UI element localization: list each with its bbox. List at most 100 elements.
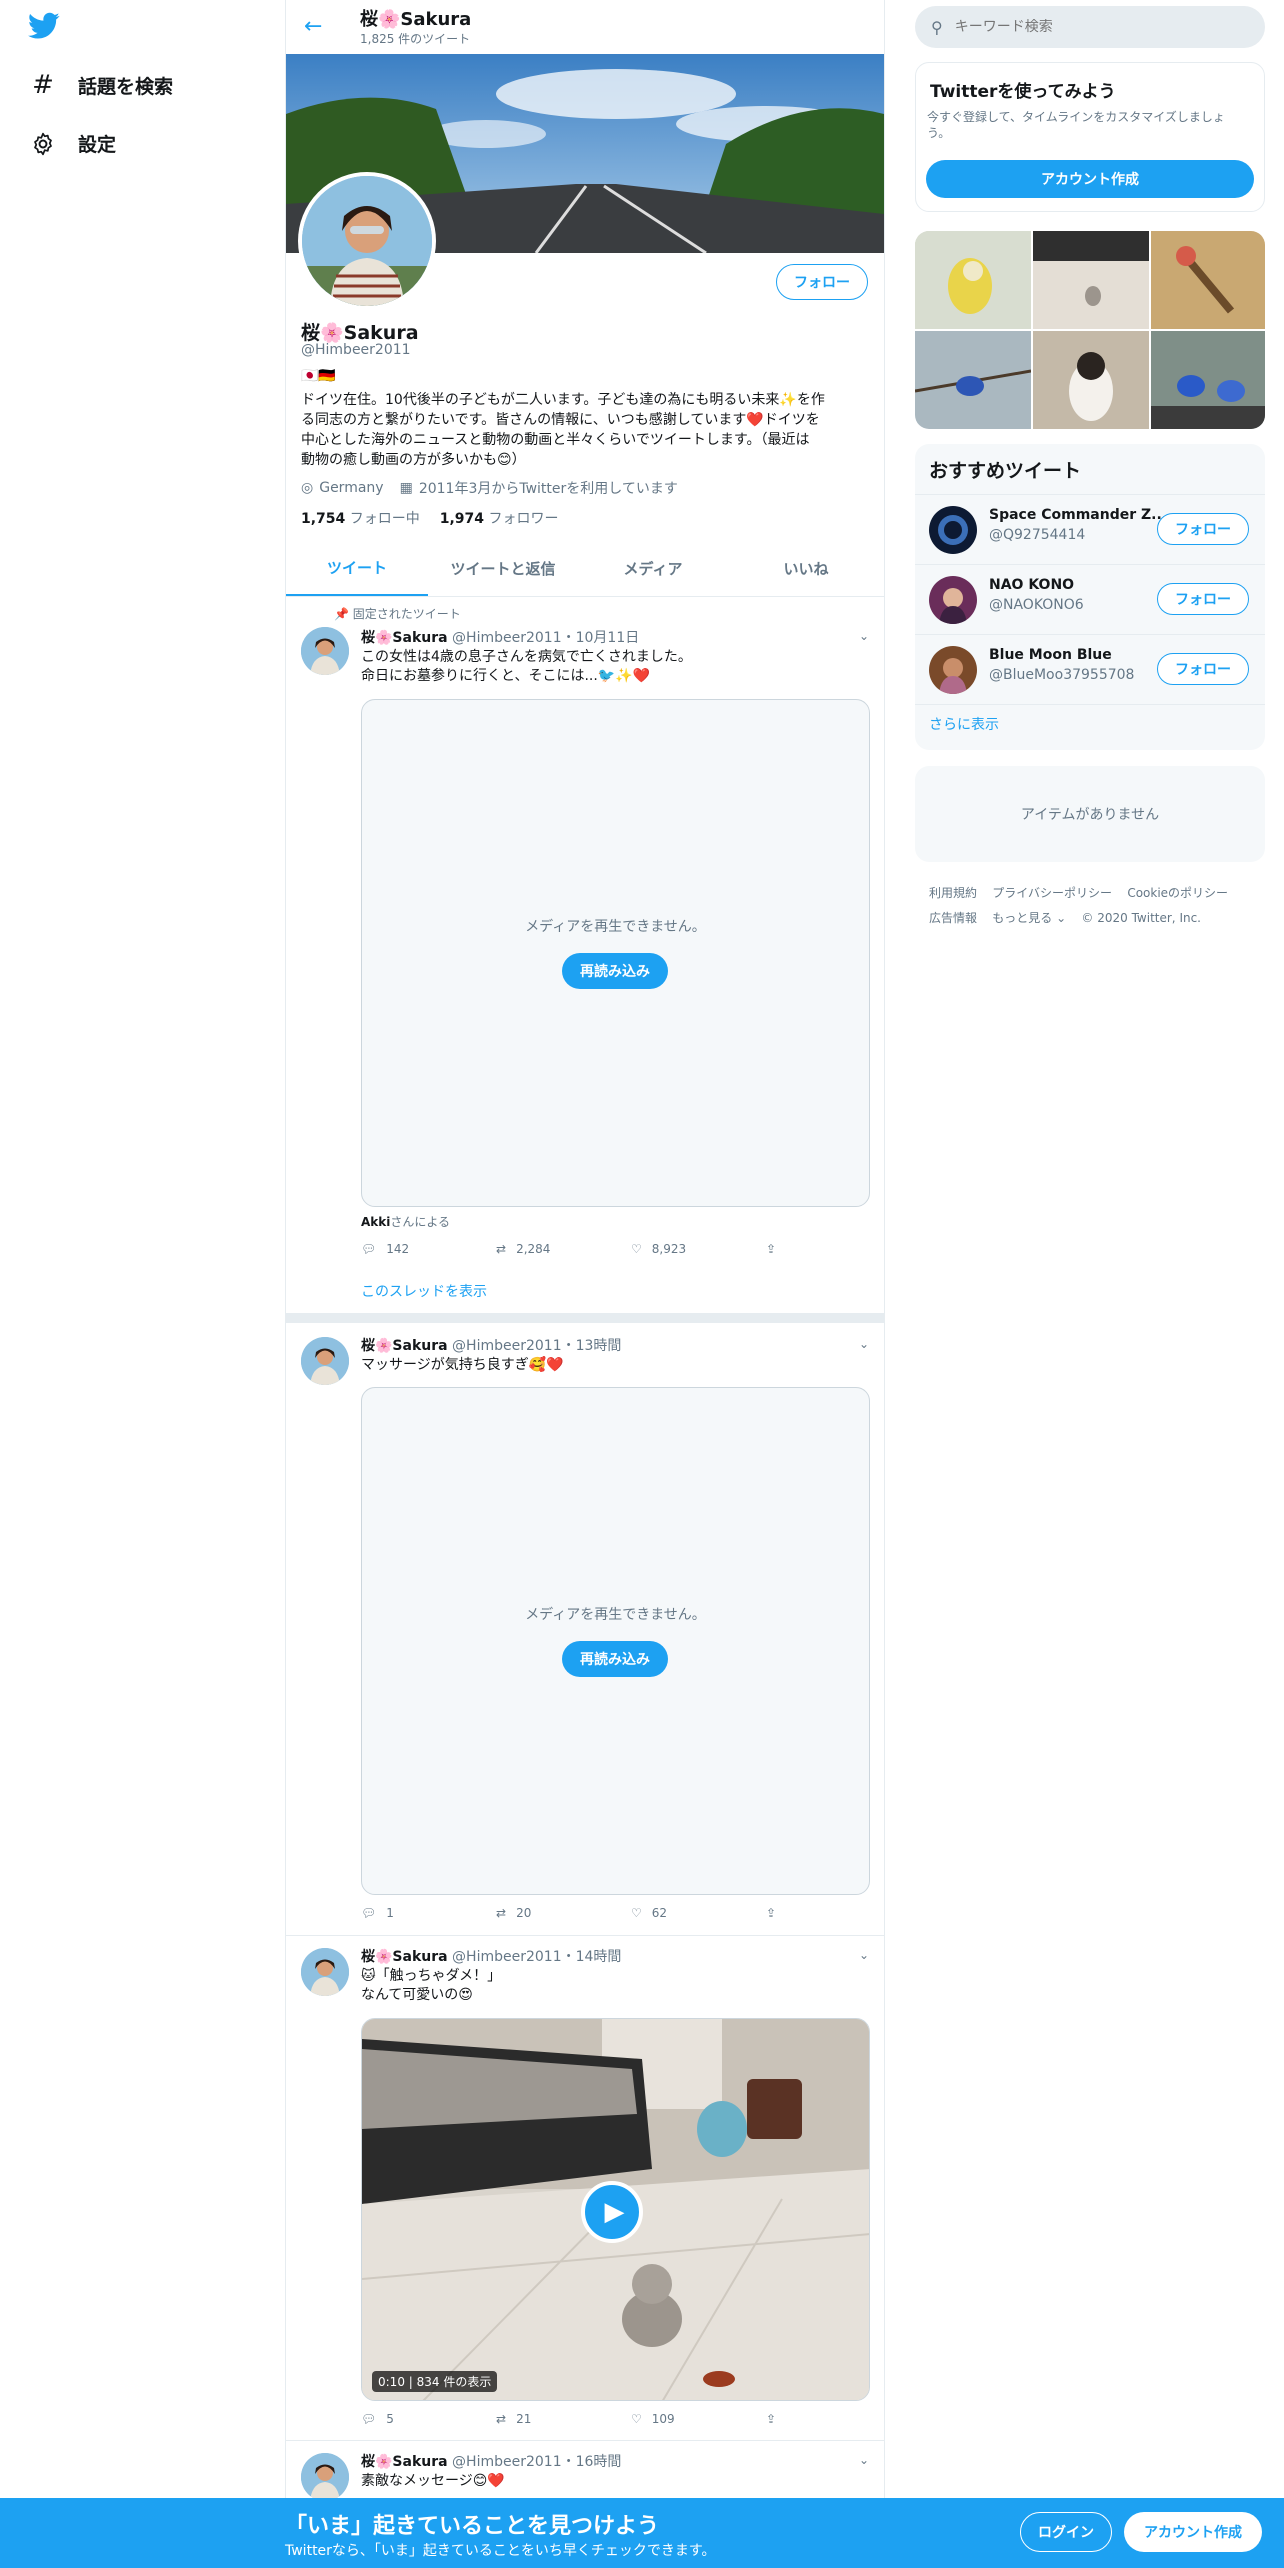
reply-button[interactable]: 💬︎ 5 (361, 2412, 496, 2426)
followers-link[interactable]: 1,974 フォロワー (440, 508, 559, 528)
tab-likes[interactable]: いいね (728, 540, 884, 596)
search-box[interactable]: ⚲ (915, 6, 1265, 48)
profile-follow-stats: 1,754 フォロー中 1,974 フォロワー (301, 508, 559, 528)
retweet-count: 20 (516, 1906, 532, 1920)
tweet-author-handle[interactable]: @Himbeer2011 (452, 2454, 562, 2470)
attribution-name[interactable]: Akki (361, 1215, 390, 1229)
avatar[interactable] (301, 627, 349, 675)
video-views: 834 件の表示 (416, 2375, 492, 2389)
tweet-author-name[interactable]: 桜🌸Sakura (361, 630, 448, 646)
tweet-pinned[interactable]: 📌 固定されたツイート 桜🌸Sakura @Himbeer2011・10月11日… (286, 597, 884, 1311)
tweet[interactable]: 桜🌸Sakura @Himbeer2011・14時間 ⌄ 🐱「触っちゃダメ！」 … (286, 1936, 884, 2440)
share-icon: ⇪ (766, 1242, 777, 1256)
search-input[interactable] (954, 19, 1235, 35)
follow-button[interactable]: フォロー (776, 264, 868, 300)
profile-header-bar: ← 桜🌸Sakura 1,825 件のツイート (286, 0, 884, 54)
footer-link-more[interactable]: もっと見る ⌄ (992, 911, 1066, 925)
follow-button[interactable]: フォロー (1157, 653, 1249, 685)
tweet-text: この女性は4歳の息子さんを病気で亡くされました。 命日にお墓参りに行くと、そこに… (361, 648, 692, 686)
profile-avatar[interactable] (298, 172, 436, 310)
bio-line: 動物の癒し動画の方が多いかも😊） (301, 452, 526, 468)
reply-button[interactable]: 💬︎ 142 (361, 1242, 496, 1256)
chevron-down-icon[interactable]: ⌄ (859, 2453, 869, 2467)
login-button[interactable]: ログイン (1020, 2512, 1112, 2552)
reply-icon: 💬︎ (361, 1242, 377, 1256)
following-label: フォロー中 (349, 511, 420, 527)
tweet[interactable]: 桜🌸Sakura @Himbeer2011・13時間 ⌄ マッサージが気持ち良す… (286, 1323, 884, 1935)
chevron-down-icon[interactable]: ⌄ (859, 1948, 869, 1962)
reload-button[interactable]: 再読み込み (562, 953, 668, 989)
like-button[interactable]: ♡ 109 (631, 2412, 766, 2426)
retweet-button[interactable]: ⇄ 20 (496, 1906, 631, 1920)
tweet-line: 素敵なメッセージ😊❤️ (361, 2473, 505, 2489)
media-thumbnail[interactable] (915, 231, 1031, 329)
video-duration-badge: 0:10 | 834 件の表示 (372, 2371, 498, 2392)
chevron-down-icon[interactable]: ⌄ (859, 1337, 869, 1351)
tweet-author-name[interactable]: 桜🌸Sakura (361, 1949, 448, 1965)
share-button[interactable]: ⇪ (766, 2412, 901, 2426)
recommended-user-handle: @Q92754414 (989, 527, 1086, 543)
profile-timeline-column: ← 桜🌸Sakura 1,825 件のツイート フォロー 桜🌸Sakura @H… (285, 0, 885, 2568)
media-thumbnail[interactable] (1151, 331, 1265, 429)
tweet-time[interactable]: ・13時間 (562, 1338, 622, 1354)
media-thumbnail[interactable] (1033, 331, 1149, 429)
create-account-button[interactable]: アカウント作成 (926, 160, 1254, 198)
retweet-button[interactable]: ⇄ 2,284 (496, 1242, 631, 1256)
tweet-author-name[interactable]: 桜🌸Sakura (361, 2454, 448, 2470)
avatar[interactable] (301, 1948, 349, 1996)
footer-link-terms[interactable]: 利用規約 (929, 886, 977, 900)
nav-explore[interactable]: # 話題を検索 (30, 70, 173, 100)
avatar[interactable] (301, 2453, 349, 2498)
follow-button[interactable]: フォロー (1157, 513, 1249, 545)
show-more-link[interactable]: さらに表示 (929, 714, 999, 734)
recommended-user[interactable]: Blue Moon Blue @BlueMoo37955708 フォロー (915, 635, 1265, 704)
following-link[interactable]: 1,754 フォロー中 (301, 508, 420, 528)
media-thumbnail[interactable] (1033, 231, 1149, 329)
media-grid (915, 231, 1265, 429)
retweet-count: 2,284 (516, 1242, 551, 1256)
pin-icon: 📌 (334, 607, 353, 621)
media-error-message: メディアを再生できません。 (525, 1607, 706, 1623)
recommended-user[interactable]: Space Commander Z... @Q92754414 フォロー (915, 495, 1265, 564)
avatar[interactable] (929, 506, 977, 554)
like-button[interactable]: ♡ 62 (631, 1906, 766, 1920)
tweet-time[interactable]: ・14時間 (562, 1949, 622, 1965)
show-thread-link[interactable]: このスレッドを表示 (361, 1281, 487, 1301)
video-player[interactable]: ▶ 0:10 | 834 件の表示 (361, 2018, 870, 2401)
tweet-author-handle[interactable]: @Himbeer2011 (452, 630, 562, 646)
tweet[interactable]: 桜🌸Sakura @Himbeer2011・16時間 ⌄ 素敵なメッセージ😊❤️ (286, 2441, 884, 2498)
tab-tweets[interactable]: ツイート (286, 540, 428, 596)
tweet-author-handle[interactable]: @Himbeer2011 (452, 1338, 562, 1354)
tab-tweets-and-replies[interactable]: ツイートと返信 (428, 540, 578, 596)
play-button[interactable]: ▶ (581, 2181, 643, 2243)
retweet-button[interactable]: ⇄ 21 (496, 2412, 631, 2426)
twitter-logo-icon[interactable] (28, 12, 60, 44)
reload-button[interactable]: 再読み込み (562, 1641, 668, 1677)
tweet-time[interactable]: ・10月11日 (562, 630, 640, 646)
recommended-user-name: Space Commander Z... (989, 507, 1168, 523)
like-button[interactable]: ♡ 8,923 (631, 1242, 766, 1256)
media-thumbnail[interactable] (1151, 231, 1265, 329)
reply-button[interactable]: 💬︎ 1 (361, 1906, 496, 1920)
signup-button[interactable]: アカウント作成 (1124, 2512, 1262, 2552)
tweet-author-name[interactable]: 桜🌸Sakura (361, 1338, 448, 1354)
footer-link-ads[interactable]: 広告情報 (929, 911, 977, 925)
avatar[interactable] (929, 576, 977, 624)
back-arrow-icon[interactable]: ← (304, 14, 322, 39)
follow-button[interactable]: フォロー (1157, 583, 1249, 615)
footer-link-cookies[interactable]: Cookieのポリシー (1127, 886, 1228, 900)
tweet-time[interactable]: ・16時間 (562, 2454, 622, 2470)
avatar[interactable] (301, 1337, 349, 1385)
share-button[interactable]: ⇪ (766, 1242, 901, 1256)
share-button[interactable]: ⇪ (766, 1906, 901, 1920)
gear-icon (30, 131, 56, 157)
chevron-down-icon[interactable]: ⌄ (859, 629, 869, 643)
avatar[interactable] (929, 646, 977, 694)
tab-media[interactable]: メディア (578, 540, 728, 596)
recommended-user[interactable]: NAO KONO @NAOKONO6 フォロー (915, 565, 1265, 634)
media-thumbnail[interactable] (915, 331, 1032, 429)
tweet-author-handle[interactable]: @Himbeer2011 (452, 1949, 562, 1965)
footer: 利用規約 プライバシーポリシー Cookieのポリシー 広告情報 もっと見る ⌄… (929, 880, 1259, 930)
nav-settings[interactable]: 設定 (30, 130, 116, 157)
footer-link-privacy[interactable]: プライバシーポリシー (992, 886, 1112, 900)
